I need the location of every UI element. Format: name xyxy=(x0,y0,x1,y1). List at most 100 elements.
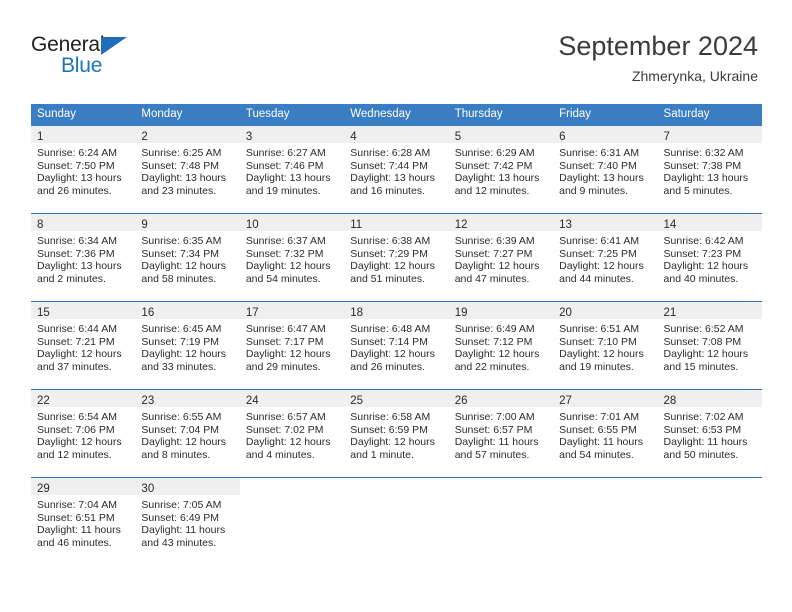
day-number-band: 3 xyxy=(239,126,345,143)
day-number: 8 xyxy=(37,219,44,231)
daylight-text-line2: and 19 minutes. xyxy=(559,360,634,373)
daylight-text-line1: Daylight: 11 hours xyxy=(37,524,121,537)
calendar-day-cell[interactable]: 9 Sunrise: 6:35 AM Sunset: 7:34 PM Daylight… xyxy=(135,214,240,301)
calendar-day-cell[interactable]: 19 Sunrise: 6:49 AM Sunset: 7:12 PM Dayligh… xyxy=(448,302,554,389)
day-sun-info: Sunrise: 6:35 AM Sunset: 7:34 PM Daylight:… xyxy=(135,231,239,285)
daylight-text-line2: and 1 minute. xyxy=(350,448,414,461)
sunset-text: Sunset: 7:27 PM xyxy=(454,247,533,260)
calendar-weeks: 1 Sunrise: 6:24 AM Sunset: 7:50 PM Daylight… xyxy=(31,126,762,565)
daylight-text-line2: and 26 minutes. xyxy=(37,184,112,197)
daylight-text-line2: and 5 minutes. xyxy=(663,184,733,197)
sunrise-text: Sunrise: 6:35 AM xyxy=(141,235,222,247)
sunrise-text: Sunrise: 6:47 AM xyxy=(245,323,326,335)
calendar-day-cell[interactable]: 20 Sunrise: 6:51 AM Sunset: 7:10 PM Dayligh… xyxy=(553,302,658,389)
calendar-day-cell[interactable]: 8 Sunrise: 6:34 AM Sunset: 7:36 PM Daylight… xyxy=(31,214,136,301)
sunrise-text: Sunrise: 6:32 AM xyxy=(663,147,744,159)
day-number-band: 26 xyxy=(448,390,554,407)
calendar-day-cell[interactable]: 25 Sunrise: 6:58 AM Sunset: 6:59 PM Dayligh… xyxy=(344,390,449,477)
calendar-day-cell[interactable]: 5 Sunrise: 6:29 AM Sunset: 7:42 PM Daylight… xyxy=(448,126,554,213)
day-number: 25 xyxy=(350,395,364,407)
sunset-text: Sunset: 7:32 PM xyxy=(245,247,324,260)
day-number-band: 2 xyxy=(135,126,240,143)
day-number: 9 xyxy=(141,219,148,231)
daylight-text-line2: and 51 minutes. xyxy=(350,272,425,285)
calendar-day-cell[interactable]: 14 Sunrise: 6:42 AM Sunset: 7:23 PM Dayligh… xyxy=(657,214,762,301)
day-number: 16 xyxy=(141,307,155,319)
daylight-text-line1: Daylight: 11 hours xyxy=(141,524,226,537)
calendar-day-cell[interactable]: 15 Sunrise: 6:44 AM Sunset: 7:21 PM Dayligh… xyxy=(31,302,136,389)
daylight-text-line1: Daylight: 13 hours xyxy=(37,172,122,185)
day-number-band: 30 xyxy=(135,478,240,495)
page-title: September 2024 xyxy=(558,31,758,61)
day-sun-info: Sunrise: 6:41 AM Sunset: 7:25 PM Daylight:… xyxy=(553,231,657,285)
sunrise-text: Sunrise: 6:34 AM xyxy=(37,235,117,247)
calendar-day-cell[interactable]: 16 Sunrise: 6:45 AM Sunset: 7:19 PM Dayligh… xyxy=(135,302,240,389)
daylight-text-line1: Daylight: 12 hours xyxy=(141,348,227,361)
calendar-day-cell[interactable]: 17 Sunrise: 6:47 AM Sunset: 7:17 PM Dayligh… xyxy=(239,302,345,389)
day-number: 6 xyxy=(559,131,566,143)
day-number: 3 xyxy=(245,131,253,143)
calendar-page: General Blue September 2024 Zhmerynka, U… xyxy=(0,0,792,612)
daylight-text-line2: and 22 minutes. xyxy=(454,360,530,373)
sunrise-text: Sunrise: 6:41 AM xyxy=(559,235,640,247)
sunrise-text: Sunrise: 6:48 AM xyxy=(350,323,431,335)
calendar-day-cell[interactable]: 27 Sunrise: 7:01 AM Sunset: 6:55 PM Dayligh… xyxy=(553,390,658,477)
daylight-text-line1: Daylight: 12 hours xyxy=(350,436,435,449)
calendar-day-cell[interactable]: 13 Sunrise: 6:41 AM Sunset: 7:25 PM Dayligh… xyxy=(553,214,658,301)
calendar-day-cell[interactable]: 4 Sunrise: 6:28 AM Sunset: 7:44 PM Daylight… xyxy=(344,126,449,213)
daylight-text-line1: Daylight: 12 hours xyxy=(350,348,435,361)
calendar-day-cell[interactable]: 6 Sunrise: 6:31 AM Sunset: 7:40 PM Daylight… xyxy=(553,126,658,213)
day-number-band: 1 xyxy=(31,126,136,143)
sunrise-text: Sunrise: 6:24 AM xyxy=(37,147,117,159)
calendar-day-cell[interactable]: 18 Sunrise: 6:48 AM Sunset: 7:14 PM Dayligh… xyxy=(344,302,449,389)
calendar-day-cell[interactable]: 21 Sunrise: 6:52 AM Sunset: 7:08 PM Dayligh… xyxy=(657,302,762,389)
daylight-text-line2: and 58 minutes. xyxy=(141,272,217,285)
day-number: 12 xyxy=(454,219,468,231)
sunset-text: Sunset: 7:25 PM xyxy=(559,247,637,260)
daylight-text-line2: and 2 minutes. xyxy=(37,272,106,285)
day-number: 27 xyxy=(559,395,572,407)
calendar-day-cell[interactable]: 22 Sunrise: 6:54 AM Sunset: 7:06 PM Dayligh… xyxy=(31,390,136,477)
sunset-text: Sunset: 7:06 PM xyxy=(37,423,115,436)
calendar-day-cell[interactable]: 1 Sunrise: 6:24 AM Sunset: 7:50 PM Daylight… xyxy=(31,126,136,213)
daylight-text-line1: Daylight: 13 hours xyxy=(663,172,749,185)
day-number: 1 xyxy=(37,131,44,143)
calendar-day-cell[interactable]: 2 Sunrise: 6:25 AM Sunset: 7:48 PM Daylight… xyxy=(135,126,240,213)
general-blue-logo[interactable]: General Blue xyxy=(31,34,231,84)
day-number: 7 xyxy=(663,131,670,143)
day-sun-info: Sunrise: 6:51 AM Sunset: 7:10 PM Daylight:… xyxy=(553,319,657,373)
daylight-text-line2: and 8 minutes. xyxy=(141,448,211,461)
calendar-day-cell-empty xyxy=(344,478,448,565)
daylight-text-line1: Daylight: 13 hours xyxy=(141,172,227,185)
calendar-day-cell[interactable]: 7 Sunrise: 6:32 AM Sunset: 7:38 PM Daylight… xyxy=(657,126,762,213)
calendar-day-cell[interactable]: 12 Sunrise: 6:39 AM Sunset: 7:27 PM Dayligh… xyxy=(448,214,554,301)
daylight-text-line1: Daylight: 12 hours xyxy=(454,260,540,273)
day-number: 11 xyxy=(350,219,363,231)
weekday-header-wednesday: Wednesday xyxy=(350,108,411,120)
calendar-week-row: 1 Sunrise: 6:24 AM Sunset: 7:50 PM Daylight… xyxy=(31,126,762,213)
calendar-day-cell[interactable]: 11 Sunrise: 6:38 AM Sunset: 7:29 PM Dayligh… xyxy=(344,214,449,301)
calendar-day-cell[interactable]: 24 Sunrise: 6:57 AM Sunset: 7:02 PM Dayligh… xyxy=(239,390,345,477)
calendar-day-cell[interactable]: 26 Sunrise: 7:00 AM Sunset: 6:57 PM Dayligh… xyxy=(448,390,554,477)
daylight-text-line1: Daylight: 12 hours xyxy=(350,260,435,273)
calendar-day-cell[interactable]: 30 Sunrise: 7:05 AM Sunset: 6:49 PM Dayligh… xyxy=(135,478,240,565)
calendar-day-cell[interactable]: 29 Sunrise: 7:04 AM Sunset: 6:51 PM Dayligh… xyxy=(31,478,136,565)
sunrise-text: Sunrise: 7:02 AM xyxy=(663,411,744,423)
daylight-text-line1: Daylight: 11 hours xyxy=(559,436,643,449)
calendar-day-cell[interactable]: 10 Sunrise: 6:37 AM Sunset: 7:32 PM Dayligh… xyxy=(239,214,345,301)
daylight-text-line2: and 4 minutes. xyxy=(245,448,315,461)
daylight-text-line2: and 12 minutes. xyxy=(37,448,112,461)
calendar-day-cell[interactable]: 28 Sunrise: 7:02 AM Sunset: 6:53 PM Dayligh… xyxy=(657,390,762,477)
calendar-day-cell[interactable]: 3 Sunrise: 6:27 AM Sunset: 7:46 PM Daylight… xyxy=(239,126,345,213)
calendar-day-cell[interactable]: 23 Sunrise: 6:55 AM Sunset: 7:04 PM Dayligh… xyxy=(135,390,240,477)
day-sun-info: Sunrise: 6:49 AM Sunset: 7:12 PM Daylight:… xyxy=(449,319,553,373)
day-sun-info: Sunrise: 6:34 AM Sunset: 7:36 PM Daylight:… xyxy=(31,231,135,285)
daylight-text-line2: and 50 minutes. xyxy=(663,448,739,461)
daylight-text-line1: Daylight: 11 hours xyxy=(663,436,748,449)
sunset-text: Sunset: 6:53 PM xyxy=(663,423,742,436)
day-number-band: 12 xyxy=(448,214,554,231)
day-number-band: 25 xyxy=(344,390,449,407)
logo-triangle-icon xyxy=(101,37,127,55)
sunset-text: Sunset: 7:19 PM xyxy=(141,335,220,348)
sunset-text: Sunset: 7:02 PM xyxy=(245,423,324,436)
